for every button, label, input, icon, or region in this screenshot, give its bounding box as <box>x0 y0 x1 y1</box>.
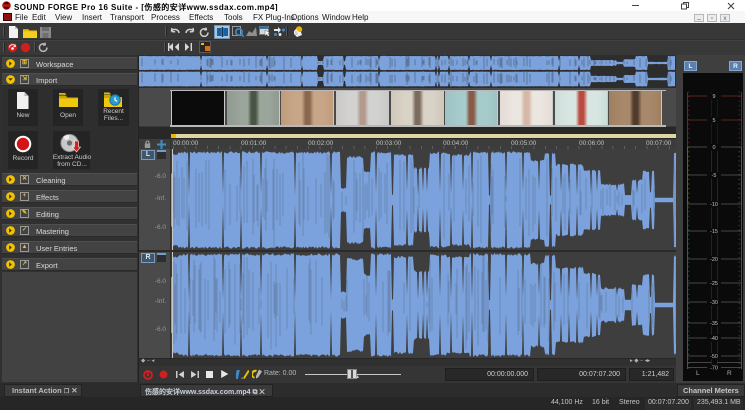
svg-text:-25: -25 <box>710 281 718 287</box>
svg-text:-70: -70 <box>710 366 718 372</box>
svg-text:-20: -20 <box>710 257 718 263</box>
svg-text:-10: -10 <box>710 202 718 208</box>
svg-text:-35: -35 <box>710 321 718 327</box>
svg-text:-40: -40 <box>710 336 718 342</box>
svg-text:-15: -15 <box>710 229 718 235</box>
svg-text:9: 9 <box>712 94 715 100</box>
svg-text:0: 0 <box>712 145 715 151</box>
svg-text:-30: -30 <box>710 300 718 306</box>
svg-text:5: 5 <box>712 118 715 124</box>
svg-text:-50: -50 <box>710 354 718 360</box>
svg-text:-5: -5 <box>712 173 717 179</box>
